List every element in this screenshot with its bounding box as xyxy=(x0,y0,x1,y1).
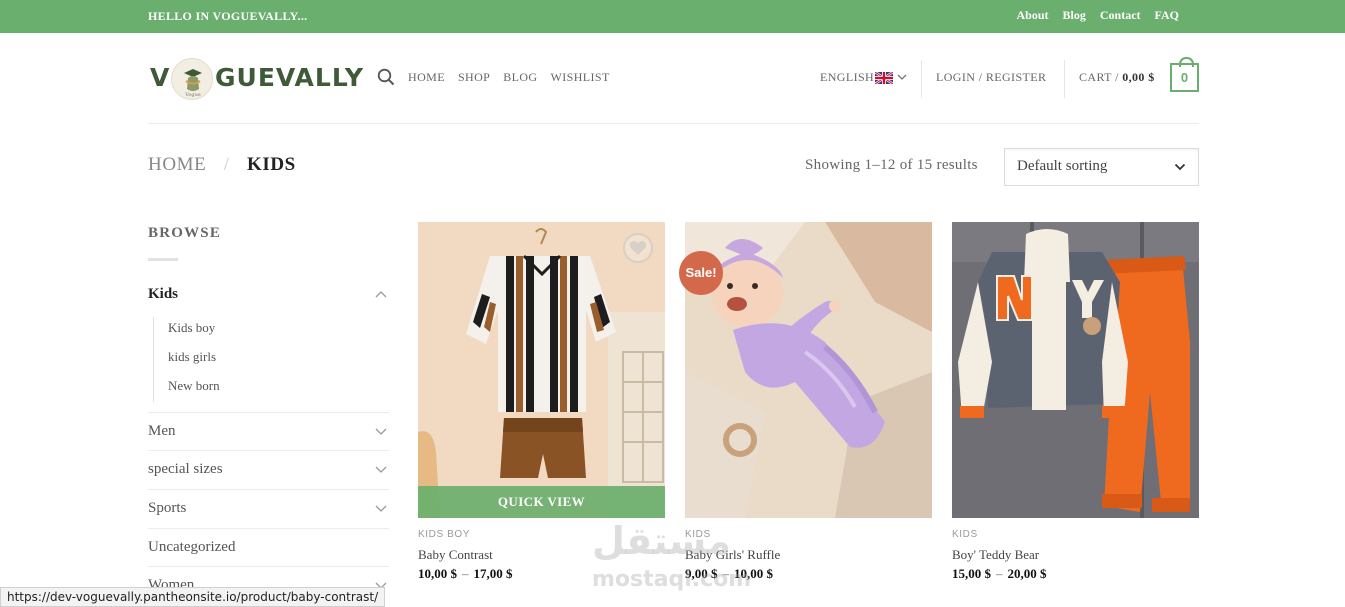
wishlist-heart-button[interactable] xyxy=(623,233,653,263)
category-label: special sizes xyxy=(148,461,223,477)
chevron-down-icon[interactable] xyxy=(375,466,387,474)
sidebar-category-kids[interactable]: Kids xyxy=(148,284,389,322)
sale-badge: Sale! xyxy=(679,251,723,295)
category-label: Kids xyxy=(148,286,179,302)
sidebar-category-sports[interactable]: Sports xyxy=(148,489,389,527)
product-card[interactable]: QUICK VIEW KIDS BOY Baby Contrast 10,00 … xyxy=(418,222,665,581)
logo-letter-v: V xyxy=(150,63,171,92)
subcategory-kids-boy[interactable]: Kids boy xyxy=(168,320,215,336)
product-category[interactable]: KIDS xyxy=(952,529,978,540)
product-category[interactable]: KIDS BOY xyxy=(418,529,470,540)
chevron-down-icon[interactable] xyxy=(375,428,387,436)
sidebar-title: BROWSE xyxy=(148,225,222,241)
product-image[interactable] xyxy=(952,222,1199,518)
product-category[interactable]: KIDS xyxy=(685,529,711,540)
product-price: 15,00 $ –20,00 $ xyxy=(952,566,1047,582)
price-dash: – xyxy=(462,566,469,581)
sort-selected-value: Default sorting xyxy=(1017,158,1108,174)
chevron-down-icon xyxy=(897,74,907,80)
price-dash: – xyxy=(722,566,730,581)
price-from: 10,00 $ xyxy=(418,566,457,581)
sidebar-title-underline xyxy=(148,258,178,261)
top-link-faq[interactable]: FAQ xyxy=(1155,8,1179,23)
breadcrumb-home[interactable]: HOME xyxy=(148,154,206,175)
top-link-about[interactable]: About xyxy=(1017,8,1049,23)
price-to: 20,00 $ xyxy=(1007,566,1047,581)
subcategory-new-born[interactable]: New born xyxy=(168,378,220,394)
sidebar-category-special-sizes[interactable]: special sizes xyxy=(148,450,389,488)
price-dash: – xyxy=(996,566,1003,581)
product-name[interactable]: Boy' Teddy Bear xyxy=(952,547,1039,563)
product-image[interactable]: QUICK VIEW xyxy=(418,222,665,518)
quick-view-button[interactable]: QUICK VIEW xyxy=(418,486,665,518)
sidebar-category-men[interactable]: Men xyxy=(148,412,389,450)
logo-wordmark: GUEVALLY xyxy=(215,63,364,92)
top-link-contact[interactable]: Contact xyxy=(1100,8,1141,23)
browser-status-url: https://dev-voguevally.pantheonsite.io/p… xyxy=(0,587,386,607)
product-price: 9,00 $ –10,00 $ xyxy=(685,566,773,582)
cart-link[interactable]: CART / 0,00 $ xyxy=(1079,70,1155,85)
product-card[interactable]: KIDS Boy' Teddy Bear 15,00 $ –20,00 $ xyxy=(952,222,1199,581)
cart-count-icon[interactable]: 0 xyxy=(1170,57,1199,92)
chevron-up-icon[interactable] xyxy=(375,290,387,298)
product-name[interactable]: Baby Girls' Ruffle xyxy=(685,547,780,563)
result-count: Showing 1–12 of 15 results xyxy=(805,157,978,173)
nav-shop[interactable]: SHOP xyxy=(458,70,490,85)
svg-text:Vogue: Vogue xyxy=(184,92,201,98)
header-separator xyxy=(148,123,1199,124)
category-label: Men xyxy=(148,423,176,439)
header-divider xyxy=(1064,60,1065,98)
product-price: 10,00 $ –17,00 $ xyxy=(418,566,513,582)
sort-select[interactable]: Default sorting xyxy=(1004,148,1199,186)
category-label: Uncategorized xyxy=(148,539,236,555)
product-name[interactable]: Baby Contrast xyxy=(418,547,493,563)
main-nav: HOME SHOP BLOG WISHLIST xyxy=(408,70,610,85)
top-links: About Blog Contact FAQ xyxy=(1017,8,1179,23)
greeting-text: HELLO IN VOGUEVALLY... xyxy=(148,9,308,23)
subcategory-rule xyxy=(153,317,155,402)
top-bar: HELLO IN VOGUEVALLY... About Blog Contac… xyxy=(0,0,1345,33)
search-icon[interactable] xyxy=(377,68,395,86)
cart-label: CART / xyxy=(1079,70,1119,84)
nav-wishlist[interactable]: WISHLIST xyxy=(551,70,610,85)
subcategory-kids-girls[interactable]: kids girls xyxy=(168,349,216,365)
language-switcher[interactable]: ENGLISH xyxy=(820,70,907,85)
sidebar-category-uncategorized[interactable]: Uncategorized xyxy=(148,528,389,566)
price-from: 15,00 $ xyxy=(952,566,991,581)
price-to: 17,00 $ xyxy=(473,566,513,581)
header-divider xyxy=(921,60,922,98)
nav-home[interactable]: HOME xyxy=(408,70,445,85)
cart-total: 0,00 $ xyxy=(1122,70,1155,84)
category-label: Sports xyxy=(148,500,187,516)
nav-blog[interactable]: BLOG xyxy=(503,70,537,85)
logo-badge-icon: Vogue xyxy=(171,58,213,100)
language-label: ENGLISH xyxy=(820,70,875,84)
breadcrumb-current: KIDS xyxy=(246,154,296,175)
price-from: 9,00 $ xyxy=(685,566,718,581)
login-register-link[interactable]: LOGIN / REGISTER xyxy=(936,70,1046,85)
price-to: 10,00 $ xyxy=(734,566,773,581)
site-logo[interactable]: V Vogue GUEVALLY xyxy=(150,58,363,102)
chevron-down-icon[interactable] xyxy=(375,505,387,513)
top-link-blog[interactable]: Blog xyxy=(1063,8,1086,23)
heart-icon xyxy=(629,241,647,255)
chevron-down-icon xyxy=(1174,163,1186,171)
uk-flag-icon xyxy=(875,71,894,84)
breadcrumb: HOME / KIDS xyxy=(148,154,296,176)
breadcrumb-separator: / xyxy=(223,154,230,175)
